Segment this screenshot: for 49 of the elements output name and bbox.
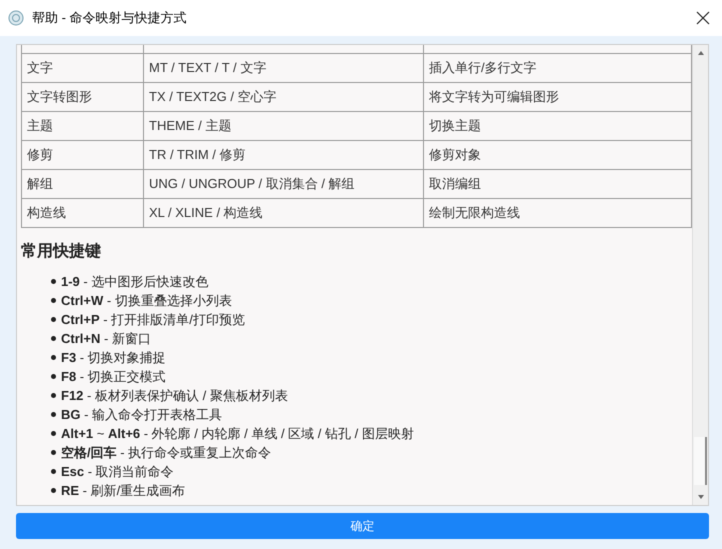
table-cell: 主题 bbox=[22, 112, 144, 140]
shortcut-text: BG - 输入命令打开表格工具 bbox=[61, 406, 222, 424]
bullet-icon bbox=[51, 298, 56, 303]
app-icon bbox=[8, 10, 24, 26]
table-cell: 文字转图形 bbox=[22, 82, 144, 112]
bullet-icon bbox=[51, 317, 56, 322]
shortcut-text: 空格/回车 - 执行命令或重复上次命令 bbox=[61, 444, 272, 462]
shortcut-text: Esc - 取消当前命令 bbox=[61, 462, 174, 481]
shortcut-text: F12 - 板材列表保护确认 / 聚焦板材列表 bbox=[61, 386, 288, 405]
table-cell: 将文字转为可编辑图形 bbox=[424, 82, 692, 112]
scroll-thumb[interactable] bbox=[694, 437, 707, 485]
table-cell: TR / TRIM / 修剪 bbox=[144, 140, 424, 170]
bullet-icon bbox=[51, 488, 56, 493]
table-cell: 取消编组 bbox=[424, 170, 692, 198]
table-cell: UNG / UNGROUP / 取消集合 / 解组 bbox=[144, 170, 424, 198]
shortcut-text: Alt+1 ~ Alt+6 - 外轮廓 / 内轮廓 / 单线 / 区域 / 钻孔 / 图层映射 bbox=[61, 424, 414, 443]
bullet-icon bbox=[51, 412, 56, 417]
section-heading: 常用快捷键 bbox=[21, 242, 102, 262]
table-cell: 切换主题 bbox=[424, 112, 692, 140]
table-cell: 插入单行/多行文字 bbox=[424, 54, 692, 82]
bullet-icon bbox=[51, 355, 56, 360]
bullet-icon bbox=[51, 469, 56, 474]
bullet-icon bbox=[51, 374, 56, 379]
table-cell: XL / XLINE / 构造线 bbox=[144, 198, 424, 228]
bullet-icon bbox=[51, 279, 56, 284]
table-cell: 文字 bbox=[22, 54, 144, 82]
shortcut-text: F8 - 切换正交模式 bbox=[61, 368, 166, 386]
shortcut-text: Ctrl+P - 打开排版清单/打印预览 bbox=[61, 310, 245, 329]
table-cell: 解组 bbox=[22, 170, 144, 198]
table-cell: THEME / 主题 bbox=[144, 112, 424, 140]
shortcut-text: Ctrl+N - 新窗口 bbox=[61, 330, 151, 348]
table-cell: MT / TEXT / T / 文字 bbox=[144, 54, 424, 82]
scrollbar[interactable] bbox=[692, 45, 708, 505]
shortcut-text: Ctrl+W - 切换重叠选择小列表 bbox=[61, 292, 232, 310]
bullet-icon bbox=[51, 450, 56, 455]
table-cell: TX / TEXT2G / 空心字 bbox=[144, 82, 424, 112]
bullet-icon bbox=[51, 393, 56, 398]
bullet-icon bbox=[51, 336, 56, 341]
table-cell: 修剪对象 bbox=[424, 140, 692, 170]
table-cell: 绘制无限构造线 bbox=[424, 198, 692, 228]
shortcut-text: F3 - 切换对象捕捉 bbox=[61, 348, 166, 367]
shortcut-text: RE - 刷新/重生成画布 bbox=[61, 482, 186, 500]
ok-button[interactable]: 确定 bbox=[16, 513, 709, 539]
shortcut-text: 1-9 - 选中图形后快速改色 bbox=[61, 272, 208, 291]
bullet-icon bbox=[51, 431, 56, 436]
window-title: 帮助 - 命令映射与快捷方式 bbox=[32, 9, 187, 28]
table-cell: 构造线 bbox=[22, 198, 144, 228]
table-cell: 修剪 bbox=[22, 140, 144, 170]
close-icon[interactable] bbox=[696, 11, 710, 25]
